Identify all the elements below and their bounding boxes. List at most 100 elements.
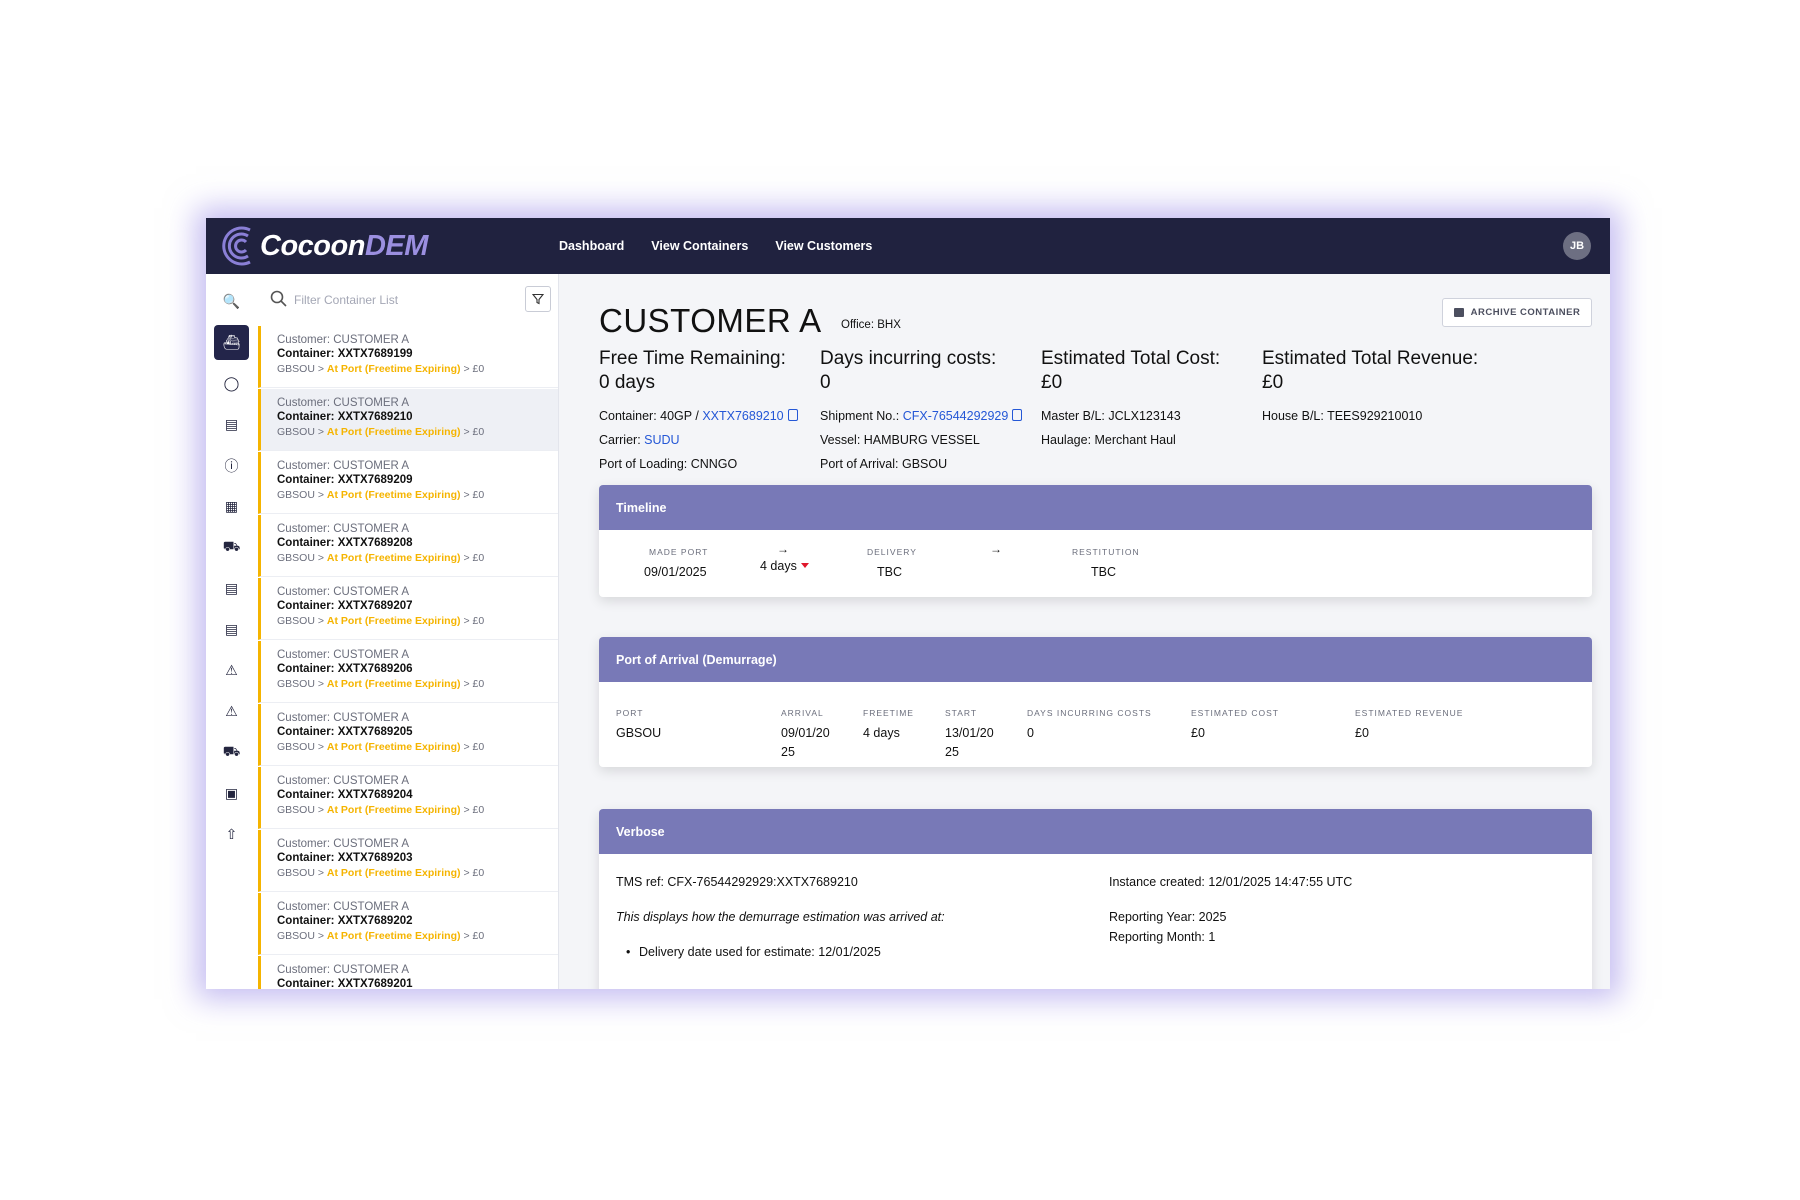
boxes-icon[interactable]: ▦ xyxy=(214,489,249,524)
shipment-link[interactable]: CFX-76544292929 xyxy=(903,409,1009,423)
ship-icon[interactable]: ⛴ xyxy=(214,325,249,360)
cell-est-cost: £0 xyxy=(1191,726,1205,740)
truck-icon[interactable]: ⛟ xyxy=(214,530,249,565)
container-list-item[interactable]: Customer: CUSTOMER A Container: XXTX76892… xyxy=(258,767,558,829)
haulage-info: Haulage: Merchant Haul xyxy=(1041,433,1176,447)
verbose-card: Verbose TMS ref: CFX-76544292929:XXTX768… xyxy=(599,809,1592,989)
restitution-label: RESTITUTION xyxy=(1072,547,1140,557)
container-list-item[interactable]: Customer: CUSTOMER A Container: XXTX76892… xyxy=(258,578,558,640)
status-cost: > £0 xyxy=(463,363,485,375)
cell-start: 13/01/20 25 xyxy=(945,724,994,762)
money-icon[interactable]: ◯ xyxy=(214,366,249,401)
copy-icon[interactable] xyxy=(1012,409,1023,421)
status-port: GBSOU > xyxy=(277,363,324,375)
status-port: GBSOU > xyxy=(277,741,324,753)
info-icon[interactable]: ⓘ xyxy=(214,448,249,483)
container-list-item[interactable]: Customer: CUSTOMER A Container: XXTX76892… xyxy=(258,389,558,451)
container-list-item[interactable]: Customer: CUSTOMER A Container: XXTX76892… xyxy=(258,893,558,955)
list-item-customer: Customer: CUSTOMER A xyxy=(277,775,410,787)
status-state: At Port (Freetime Expiring) xyxy=(326,678,461,690)
demurrage-header: Port of Arrival (Demurrage) xyxy=(599,637,1592,682)
container-detail: CUSTOMER A Office: BHX ARCHIVE CONTAINER… xyxy=(559,274,1610,989)
house-bl: House B/L: TEES929210010 xyxy=(1262,409,1423,423)
list-item-customer: Customer: CUSTOMER A xyxy=(277,964,410,976)
funnel-icon xyxy=(532,293,544,305)
stat-days-incurring: Days incurring costs: 0 xyxy=(820,347,996,395)
cell-arrival-line: 25 xyxy=(781,745,795,759)
bullet-dot: • xyxy=(626,945,631,959)
container-list-item[interactable]: Customer: CUSTOMER A Container: XXTX76892… xyxy=(258,830,558,892)
tms-ref: TMS ref: CFX-76544292929:XXTX7689210 xyxy=(616,875,858,889)
icon-sidebar: 🔍 ⛴ ◯ ▤ ⓘ ▦ ⛟ ▤ ▤ ⚠ ⚠ ⛟ ▣ ⇧ xyxy=(206,274,259,989)
stat-value: 0 xyxy=(820,372,831,393)
filter-container-input[interactable] xyxy=(292,288,516,312)
list-item-status: GBSOU > At Port (Freetime Expiring) > £0 xyxy=(277,928,558,944)
status-state: At Port (Freetime Expiring) xyxy=(326,363,461,375)
list-item-container: Container: XXTX7689209 xyxy=(277,474,413,486)
user-avatar[interactable]: JB xyxy=(1563,232,1591,260)
list-item-status: GBSOU > At Port (Freetime Expiring) > £0 xyxy=(277,865,558,881)
list-item-status: GBSOU > At Port (Freetime Expiring) > £0 xyxy=(277,424,558,440)
list-item-status: GBSOU > At Port (Freetime Expiring) > £0 xyxy=(277,676,558,692)
search-icon[interactable]: 🔍 xyxy=(214,284,249,319)
status-state: At Port (Freetime Expiring) xyxy=(326,867,461,879)
nav-view-containers[interactable]: View Containers xyxy=(651,239,748,253)
list-item-customer: Customer: CUSTOMER A xyxy=(277,397,410,409)
status-port: GBSOU > xyxy=(277,489,324,501)
shipment-label: Shipment No.: xyxy=(820,409,900,423)
container-list-item[interactable]: Customer: CUSTOMER A Container: XXTX76892… xyxy=(258,956,558,989)
logo-word-dem: DEM xyxy=(364,229,428,262)
archive-container-button[interactable]: ARCHIVE CONTAINER xyxy=(1442,298,1592,327)
nav-dashboard[interactable]: Dashboard xyxy=(559,239,624,253)
list-item-customer: Customer: CUSTOMER A xyxy=(277,838,410,850)
barcode-icon[interactable]: ▤ xyxy=(214,407,249,442)
status-cost: > £0 xyxy=(463,615,485,627)
stat-total-revenue: Estimated Total Revenue: £0 xyxy=(1262,347,1478,395)
cell-start-line: 25 xyxy=(945,745,959,759)
estimate-bullet: • Delivery date used for estimate: 12/01/… xyxy=(626,945,881,959)
nav-view-customers[interactable]: View Customers xyxy=(775,239,872,253)
copy-icon[interactable] xyxy=(787,409,798,421)
vessel-info: Vessel: HAMBURG VESSEL xyxy=(820,433,980,447)
list-item-customer: Customer: CUSTOMER A xyxy=(277,334,410,346)
cell-arrival: 09/01/20 25 xyxy=(781,724,830,762)
status-cost: > £0 xyxy=(463,930,485,942)
stat-label: Estimated Total Cost: xyxy=(1041,348,1221,369)
estimation-explainer: This displays how the demurrage estimati… xyxy=(616,910,945,924)
container-link[interactable]: XXTX7689210 xyxy=(702,409,783,423)
archive-icon[interactable]: ▣ xyxy=(214,776,249,811)
status-port: GBSOU > xyxy=(277,426,324,438)
list-item-status: GBSOU > At Port (Freetime Expiring) > £0 xyxy=(277,613,558,629)
made-port-label: MADE PORT xyxy=(649,547,709,557)
office-label: Office: BHX xyxy=(841,319,901,331)
status-state: At Port (Freetime Expiring) xyxy=(326,489,461,501)
cell-start-line: 13/01/20 xyxy=(945,726,994,740)
app-window: CocoonDEM Dashboard View Containers View… xyxy=(206,218,1610,989)
barcode-icon[interactable]: ▤ xyxy=(214,571,249,606)
status-state: At Port (Freetime Expiring) xyxy=(326,552,461,564)
main-nav: Dashboard View Containers View Customers xyxy=(559,218,899,274)
status-cost: > £0 xyxy=(463,426,485,438)
container-list-item[interactable]: Customer: CUSTOMER A Container: XXTX76892… xyxy=(258,452,558,514)
top-nav-bar: CocoonDEM Dashboard View Containers View… xyxy=(206,218,1610,274)
upload-icon[interactable]: ⇧ xyxy=(214,817,249,852)
made-port-date: 09/01/2025 xyxy=(644,565,707,579)
container-list-item[interactable]: Customer: CUSTOMER A Container: XXTX76892… xyxy=(258,704,558,766)
app-logo[interactable]: CocoonDEM xyxy=(220,222,480,270)
status-state: At Port (Freetime Expiring) xyxy=(326,426,461,438)
delivery-value: TBC xyxy=(877,565,902,579)
container-list-item[interactable]: Customer: CUSTOMER A Container: XXTX76892… xyxy=(258,515,558,577)
container-list-item[interactable]: Customer: CUSTOMER A Container: XXTX76892… xyxy=(258,641,558,703)
barcode-icon[interactable]: ▤ xyxy=(214,612,249,647)
warning-icon[interactable]: ⚠ xyxy=(214,694,249,729)
carrier-label: Carrier: xyxy=(599,433,641,447)
list-item-status: GBSOU > At Port (Freetime Expiring) > £0 xyxy=(277,802,558,818)
container-list-item[interactable]: Customer: CUSTOMER A Container: XXTX76891… xyxy=(258,326,558,388)
status-port: GBSOU > xyxy=(277,930,324,942)
status-port: GBSOU > xyxy=(277,552,324,564)
filter-button[interactable] xyxy=(525,286,551,312)
col-header-arrival: ARRIVAL xyxy=(781,708,824,718)
delivery-truck-icon[interactable]: ⛟ xyxy=(214,735,249,770)
carrier-link[interactable]: SUDU xyxy=(644,433,679,447)
warning-icon[interactable]: ⚠ xyxy=(214,653,249,688)
